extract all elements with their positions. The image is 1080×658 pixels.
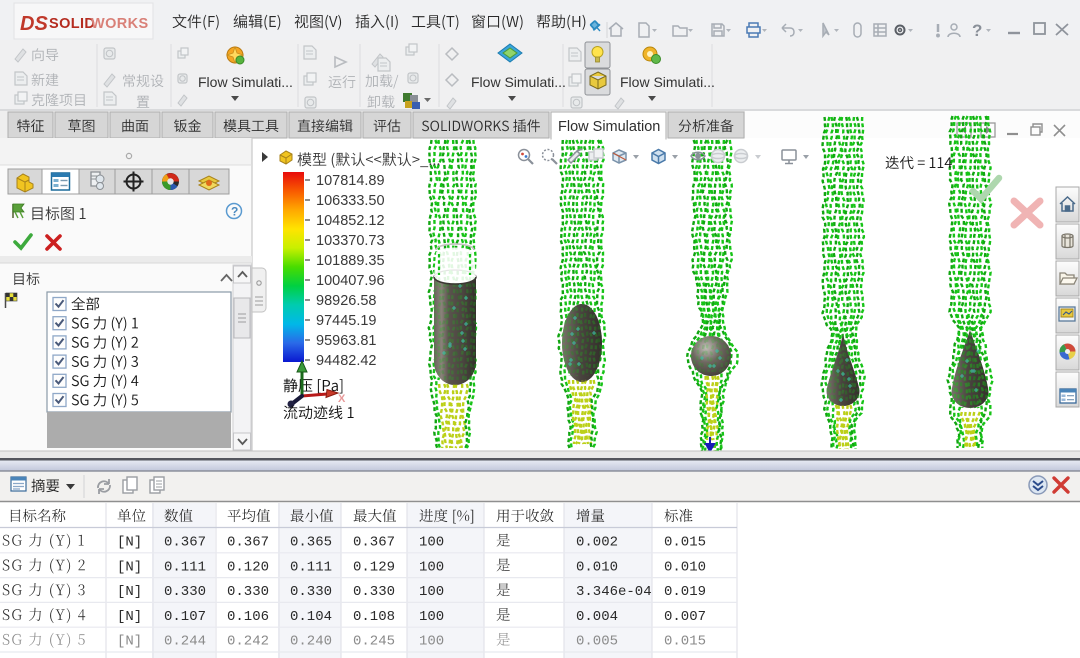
svg-text:[N]: [N] xyxy=(117,634,142,650)
svg-text:100: 100 xyxy=(419,609,444,625)
svg-text:0.019: 0.019 xyxy=(664,584,706,600)
svg-text:0.242: 0.242 xyxy=(227,634,269,650)
svg-text:0.244: 0.244 xyxy=(164,634,206,650)
svg-text:0.002: 0.002 xyxy=(576,535,618,551)
svg-text:0.007: 0.007 xyxy=(664,609,706,625)
svg-text:[N]: [N] xyxy=(117,584,142,600)
svg-text:0.106: 0.106 xyxy=(227,609,269,625)
svg-text:0.104: 0.104 xyxy=(290,609,332,625)
svg-text:[N]: [N] xyxy=(117,609,142,625)
svg-text:3.346e-04: 3.346e-04 xyxy=(576,584,652,600)
svg-text:0.107: 0.107 xyxy=(164,609,206,625)
svg-text:0.129: 0.129 xyxy=(353,559,395,575)
svg-text:[N]: [N] xyxy=(117,535,142,551)
svg-text:101889.35: 101889.35 xyxy=(316,253,385,269)
svg-text:103370.73: 103370.73 xyxy=(316,233,385,249)
svg-text:0.108: 0.108 xyxy=(353,609,395,625)
svg-text:0.367: 0.367 xyxy=(353,535,395,551)
svg-text:X: X xyxy=(338,393,346,405)
svg-text:0.010: 0.010 xyxy=(576,559,618,575)
svg-text:0.005: 0.005 xyxy=(576,634,618,650)
svg-text:Flow Simulati...: Flow Simulati... xyxy=(620,74,715,90)
svg-text:SOLID: SOLID xyxy=(49,16,95,32)
svg-text:WORKS: WORKS xyxy=(91,16,149,32)
svg-text:?: ? xyxy=(972,21,982,40)
svg-text:0.330: 0.330 xyxy=(227,584,269,600)
svg-text:97445.19: 97445.19 xyxy=(316,313,376,329)
svg-text:Flow Simulation: Flow Simulation xyxy=(558,119,660,135)
svg-text:0.330: 0.330 xyxy=(290,584,332,600)
svg-text:98926.58: 98926.58 xyxy=(316,293,376,309)
svg-text:0.015: 0.015 xyxy=(664,634,706,650)
svg-text:0.004: 0.004 xyxy=(576,609,618,625)
svg-text:100: 100 xyxy=(419,559,444,575)
svg-text:106333.50: 106333.50 xyxy=(316,193,385,209)
svg-text:0.365: 0.365 xyxy=(290,535,332,551)
svg-text:0.330: 0.330 xyxy=(353,584,395,600)
svg-text:DS: DS xyxy=(20,13,48,35)
svg-text:[N]: [N] xyxy=(117,559,142,575)
svg-text:0.367: 0.367 xyxy=(227,535,269,551)
svg-text:107814.89: 107814.89 xyxy=(316,173,385,189)
svg-text:0.240: 0.240 xyxy=(290,634,332,650)
svg-text:Flow Simulati...: Flow Simulati... xyxy=(471,74,566,90)
svg-text:95963.81: 95963.81 xyxy=(316,333,376,349)
svg-text:0.111: 0.111 xyxy=(164,559,206,575)
svg-text:0.010: 0.010 xyxy=(664,559,706,575)
svg-text:0.111: 0.111 xyxy=(290,559,332,575)
svg-text:100: 100 xyxy=(419,634,444,650)
svg-text:Flow Simulati...: Flow Simulati... xyxy=(198,74,293,90)
svg-text:0.330: 0.330 xyxy=(164,584,206,600)
svg-text:?: ? xyxy=(231,205,238,219)
svg-text:100: 100 xyxy=(419,535,444,551)
svg-text:0.120: 0.120 xyxy=(227,559,269,575)
svg-text:100407.96: 100407.96 xyxy=(316,273,385,289)
svg-text:100: 100 xyxy=(419,584,444,600)
svg-text:0.245: 0.245 xyxy=(353,634,395,650)
svg-text:0.367: 0.367 xyxy=(164,535,206,551)
svg-text:104852.12: 104852.12 xyxy=(316,213,385,229)
svg-text:0.015: 0.015 xyxy=(664,535,706,551)
svg-text:94482.42: 94482.42 xyxy=(316,353,376,369)
